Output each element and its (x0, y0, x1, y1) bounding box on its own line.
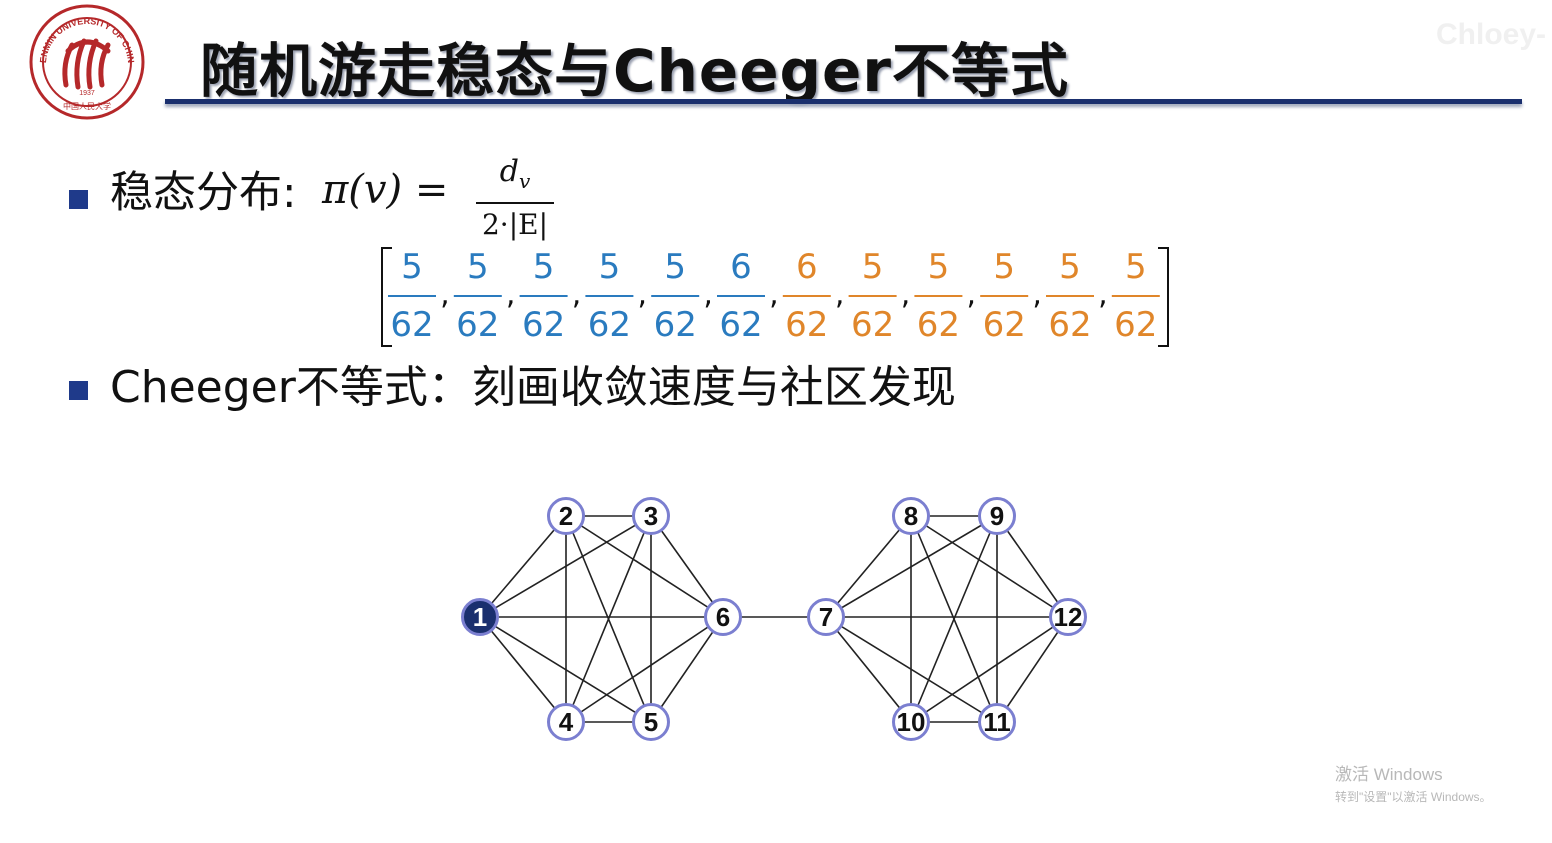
graph-node-6: 6 (704, 598, 742, 636)
activation-hint: 转到"设置"以激活 Windows。 (1335, 790, 1492, 804)
graph-edge (479, 616, 567, 723)
graph-node-4: 4 (547, 703, 585, 741)
graph-node-10: 10 (892, 703, 930, 741)
two-community-graph: 12 34 56 78 910 1112 (461, 497, 1087, 741)
node-label: 3 (644, 501, 658, 531)
graph-node-12: 12 (1049, 598, 1087, 636)
graph-node-1: 1 (461, 598, 499, 636)
graph-node-8: 8 (892, 497, 930, 535)
activation-title: 激活 Windows (1335, 765, 1443, 784)
node-label: 5 (644, 707, 658, 737)
graph-edge (479, 515, 567, 618)
node-label: 2 (559, 501, 573, 531)
node-label: 7 (819, 602, 833, 632)
graph-node-11: 11 (978, 703, 1016, 741)
graph-edges (479, 515, 1069, 723)
graph-edge (825, 515, 912, 618)
graph-node-3: 3 (632, 497, 670, 535)
graph-node-5: 5 (632, 703, 670, 741)
graph-node-9: 9 (978, 497, 1016, 535)
node-label: 8 (904, 501, 918, 531)
node-label: 11 (983, 707, 1011, 737)
node-label: 4 (559, 707, 574, 737)
node-label: 12 (1054, 602, 1083, 632)
graph-node-7: 7 (807, 598, 845, 636)
node-label: 1 (473, 602, 487, 632)
node-label: 9 (990, 501, 1004, 531)
node-label: 10 (897, 707, 926, 737)
node-label: 6 (716, 602, 730, 632)
graph-node-2: 2 (547, 497, 585, 535)
graph-edge (650, 616, 724, 723)
windows-activation-notice: 激活 Windows 转到"设置"以激活 Windows。 (1335, 760, 1492, 805)
